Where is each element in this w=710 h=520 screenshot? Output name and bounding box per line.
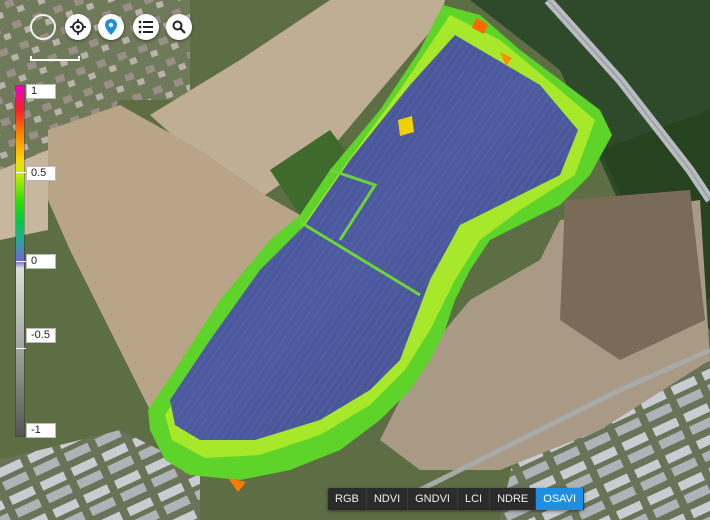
index-selector: RGB NDVI GNDVI LCI NDRE OSAVI bbox=[328, 488, 585, 510]
index-button-rgb[interactable]: RGB bbox=[328, 488, 367, 510]
locate-button[interactable] bbox=[65, 14, 91, 40]
legend-label-neg-half: -0.5 bbox=[26, 328, 56, 343]
index-button-osavi[interactable]: OSAVI bbox=[536, 488, 585, 510]
legend-label-min: -1 bbox=[26, 423, 56, 438]
crosshair-locate-icon bbox=[70, 19, 86, 35]
scale-bar bbox=[30, 56, 80, 61]
index-button-gndvi[interactable]: GNDVI bbox=[408, 488, 458, 510]
map-pin-button[interactable] bbox=[98, 14, 124, 40]
index-button-ndvi[interactable]: NDVI bbox=[367, 488, 409, 510]
legend-tick bbox=[16, 172, 26, 173]
list-icon bbox=[138, 20, 153, 34]
legend-label-half: 0.5 bbox=[26, 166, 56, 181]
layers-list-button[interactable] bbox=[133, 14, 159, 40]
legend-tick bbox=[16, 348, 26, 349]
map-pin-icon bbox=[105, 19, 117, 35]
search-icon bbox=[172, 20, 186, 34]
legend-label-zero: 0 bbox=[26, 254, 56, 269]
index-button-lci[interactable]: LCI bbox=[458, 488, 491, 510]
legend-label-max: 1 bbox=[26, 84, 56, 99]
search-button[interactable] bbox=[166, 14, 192, 40]
map-canvas[interactable] bbox=[0, 0, 710, 520]
circle-tool-button[interactable] bbox=[30, 14, 56, 40]
legend-tick bbox=[16, 261, 26, 262]
index-button-ndre[interactable]: NDRE bbox=[490, 488, 537, 510]
